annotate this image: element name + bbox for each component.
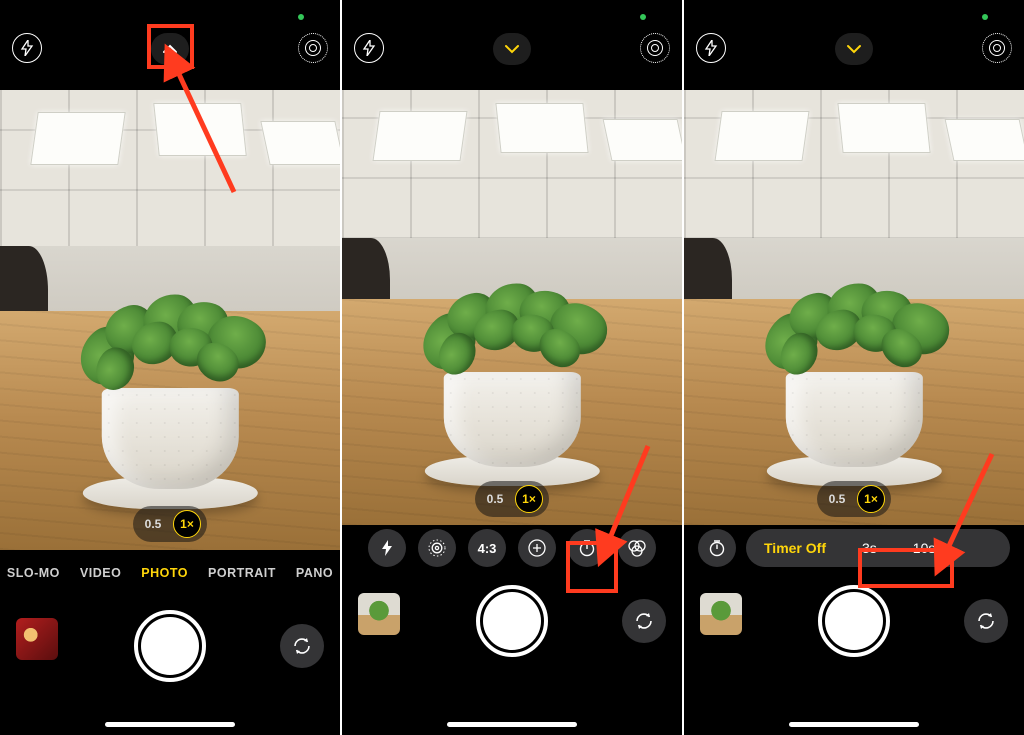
exposure-icon: [528, 539, 546, 557]
flash-icon: [380, 540, 394, 556]
scene-plant: [759, 299, 949, 490]
flash-toggle[interactable]: [12, 33, 42, 63]
top-bar: [342, 28, 682, 68]
home-indicator[interactable]: [105, 722, 235, 727]
zoom-control[interactable]: 0.5 1×: [475, 481, 549, 517]
home-indicator[interactable]: [447, 722, 577, 727]
bottom-bar: Timer Off 3s 10s: [684, 525, 1024, 735]
flip-icon: [975, 610, 997, 632]
camera-flip-button[interactable]: [280, 624, 324, 668]
zoom-0-5[interactable]: 0.5: [139, 510, 167, 538]
timer-row: Timer Off 3s 10s: [684, 525, 1024, 571]
panel-2: 0.5 1× 4:3: [342, 0, 684, 735]
timer-control[interactable]: [568, 529, 606, 567]
flash-icon: [20, 40, 34, 56]
camera-flip-button[interactable]: [622, 599, 666, 643]
scene-figure: [342, 238, 390, 308]
flash-icon: [362, 40, 376, 56]
top-bar: [0, 28, 340, 68]
top-bar: [684, 28, 1024, 68]
chevron-down-icon: [846, 44, 862, 54]
bottom-bar: SLO-MO VIDEO PHOTO PORTRAIT PANO: [0, 550, 340, 735]
camera-active-indicator: [298, 14, 304, 20]
exposure-control[interactable]: [518, 529, 556, 567]
last-photo-thumbnail[interactable]: [358, 593, 400, 635]
controls-toggle[interactable]: [493, 33, 531, 65]
scene-plant: [417, 299, 607, 490]
timer-off-label[interactable]: Timer Off: [746, 540, 844, 556]
camera-active-indicator: [982, 14, 988, 20]
shutter-row: [342, 571, 682, 681]
shutter-row: [684, 571, 1024, 681]
shutter-button[interactable]: [818, 585, 890, 657]
zoom-1x[interactable]: 1×: [515, 485, 543, 513]
shutter-button[interactable]: [134, 610, 206, 682]
last-photo-thumbnail[interactable]: [16, 618, 58, 660]
panel-1: 0.5 1× SLO-MO VIDEO PHOTO PORTRAIT PANO: [0, 0, 342, 735]
zoom-0-5[interactable]: 0.5: [481, 485, 509, 513]
tutorial-three-panels: 0.5 1× SLO-MO VIDEO PHOTO PORTRAIT PANO: [0, 0, 1024, 735]
flip-icon: [291, 635, 313, 657]
flash-control[interactable]: [368, 529, 406, 567]
controls-toggle[interactable]: [151, 33, 189, 65]
zoom-1x[interactable]: 1×: [173, 510, 201, 538]
chevron-up-icon: [162, 44, 178, 54]
zoom-0-5[interactable]: 0.5: [823, 485, 851, 513]
mode-photo[interactable]: PHOTO: [141, 566, 188, 580]
timer-3s[interactable]: 3s: [844, 540, 895, 556]
shutter-button[interactable]: [476, 585, 548, 657]
timer-icon: [578, 539, 596, 557]
home-indicator[interactable]: [789, 722, 919, 727]
live-photo-icon: [427, 538, 447, 558]
filters-icon: [627, 539, 647, 557]
scene-figure: [684, 238, 732, 308]
timer-control[interactable]: [698, 529, 736, 567]
scene-figure: [0, 246, 48, 320]
timer-options-pill: Timer Off 3s 10s: [746, 529, 1010, 567]
controls-row: 4:3: [342, 525, 682, 571]
camera-flip-button[interactable]: [964, 599, 1008, 643]
scene-plant: [75, 311, 265, 513]
camera-viewfinder[interactable]: 0.5 1×: [0, 90, 340, 550]
shutter-row: [0, 596, 340, 706]
flash-toggle[interactable]: [354, 33, 384, 63]
panel-3: 0.5 1× Timer Off 3s 10s: [684, 0, 1024, 735]
flash-toggle[interactable]: [696, 33, 726, 63]
live-photo-toggle[interactable]: [640, 33, 670, 63]
flash-icon: [704, 40, 718, 56]
camera-viewfinder[interactable]: 0.5 1×: [342, 90, 682, 525]
zoom-1x[interactable]: 1×: [857, 485, 885, 513]
live-photo-toggle[interactable]: [982, 33, 1012, 63]
mode-video[interactable]: VIDEO: [80, 566, 121, 580]
bottom-bar: 4:3: [342, 525, 682, 735]
zoom-control[interactable]: 0.5 1×: [817, 481, 891, 517]
timer-10s[interactable]: 10s: [895, 540, 954, 556]
live-photo-control[interactable]: [418, 529, 456, 567]
chevron-down-icon: [504, 44, 520, 54]
camera-active-indicator: [640, 14, 646, 20]
controls-toggle[interactable]: [835, 33, 873, 65]
timer-icon: [708, 539, 726, 557]
last-photo-thumbnail[interactable]: [700, 593, 742, 635]
mode-selector[interactable]: SLO-MO VIDEO PHOTO PORTRAIT PANO: [0, 550, 340, 596]
aspect-ratio-control[interactable]: 4:3: [468, 529, 506, 567]
zoom-control[interactable]: 0.5 1×: [133, 506, 207, 542]
mode-pano[interactable]: PANO: [296, 566, 333, 580]
camera-viewfinder[interactable]: 0.5 1×: [684, 90, 1024, 525]
mode-slomo[interactable]: SLO-MO: [7, 566, 60, 580]
live-photo-toggle[interactable]: [298, 33, 328, 63]
filters-control[interactable]: [618, 529, 656, 567]
flip-icon: [633, 610, 655, 632]
mode-portrait[interactable]: PORTRAIT: [208, 566, 276, 580]
